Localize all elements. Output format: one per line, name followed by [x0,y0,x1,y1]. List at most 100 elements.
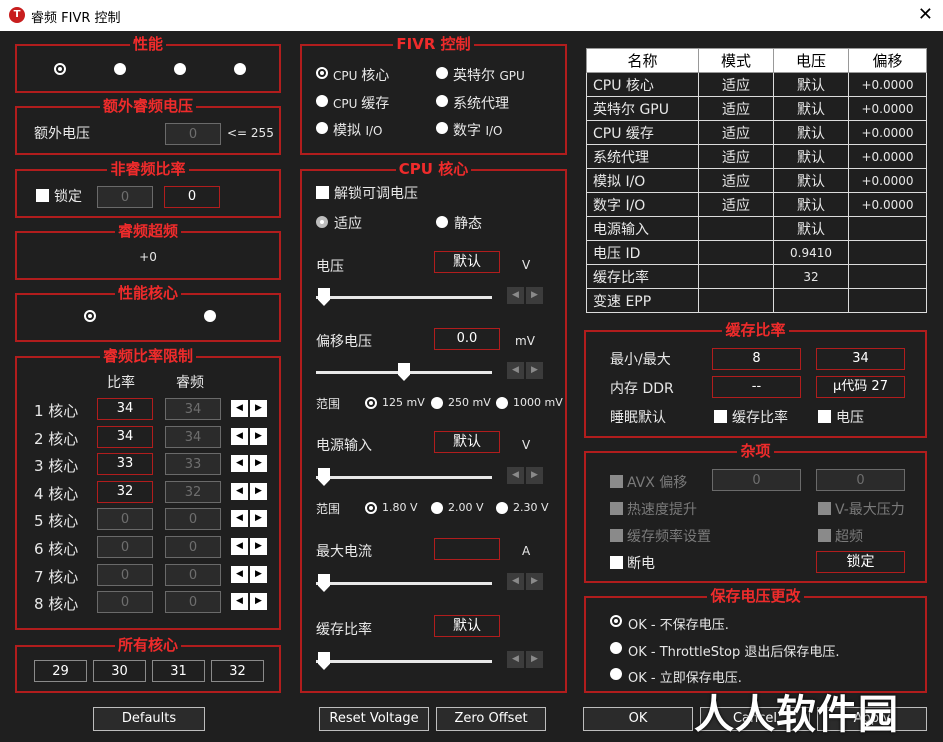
save-option-on-exit-radio[interactable] [610,642,622,654]
max-current-stepper[interactable]: ◀ ▶ [507,573,543,590]
voltage-input[interactable]: 默认 [434,251,500,273]
table-row[interactable]: CPU 核心 适应 默认 +0.0000 [586,72,927,97]
speed-shift-checkbox[interactable] [610,502,623,515]
stepper-left-icon[interactable]: ◀ [507,651,524,668]
stepper-left-icon[interactable]: ◀ [231,593,248,611]
cache-frequency-checkbox[interactable] [610,529,623,542]
all-cores-button[interactable]: 30 [93,660,146,682]
power-input-slider-thumb[interactable] [318,468,330,486]
stepper-right-icon[interactable]: ▶ [250,510,267,528]
power-range-180-radio[interactable] [365,502,377,514]
non-turbo-value-1[interactable]: 0 [97,186,153,208]
turbo-input[interactable]: 0 [165,563,221,586]
close-icon[interactable]: ✕ [918,4,933,25]
core-cache-ratio-input[interactable]: 默认 [434,615,500,637]
stepper-left-icon[interactable]: ◀ [231,565,248,583]
turbo-input[interactable]: 33 [165,453,221,476]
table-row[interactable]: 电源输入 默认 [586,216,927,241]
ratio-input[interactable]: 32 [97,480,153,503]
stepper-right-icon[interactable]: ▶ [526,362,543,379]
max-current-slider[interactable] [316,573,492,592]
offset-voltage-slider-thumb[interactable] [398,363,410,381]
stepper-right-icon[interactable]: ▶ [250,400,267,417]
static-radio[interactable] [436,216,448,228]
turbo-input[interactable]: 0 [165,536,221,558]
turbo-input[interactable]: 34 [165,398,221,420]
ratio-input[interactable]: 34 [97,398,153,420]
offset-voltage-stepper[interactable]: ◀ ▶ [507,362,543,379]
ratio-stepper[interactable]: ◀ ▶ [231,482,267,500]
table-row[interactable]: 缓存比率 32 [586,264,927,289]
power-range-230-radio[interactable] [496,502,508,514]
stepper-left-icon[interactable]: ◀ [507,287,524,304]
stepper-left-icon[interactable]: ◀ [231,400,248,417]
table-row[interactable]: 模拟 I/O 适应 默认 +0.0000 [586,168,927,193]
v-max-checkbox[interactable] [818,502,831,515]
stepper-right-icon[interactable]: ▶ [526,467,543,484]
table-row[interactable]: 电压 ID 0.9410 [586,240,927,265]
ratio-input[interactable]: 33 [97,453,153,476]
ratio-stepper[interactable]: ◀ ▶ [231,427,267,445]
stepper-right-icon[interactable]: ▶ [526,287,543,304]
extra-voltage-input[interactable]: 0 [165,123,221,145]
offset-range-1000-radio[interactable] [496,397,508,409]
ratio-input[interactable]: 0 [97,536,153,558]
power-input-slider[interactable] [316,467,492,486]
save-option-none-radio[interactable] [610,615,622,627]
turbo-input[interactable]: 34 [165,425,221,448]
non-turbo-lock-checkbox[interactable] [36,189,49,202]
performance-radio-1[interactable] [54,63,66,75]
table-row[interactable]: CPU 缓存 适应 默认 +0.0000 [586,120,927,145]
avx-offset-input-2[interactable]: 0 [816,469,905,491]
stepper-left-icon[interactable]: ◀ [507,573,524,590]
table-row[interactable]: 系统代理 适应 默认 +0.0000 [586,144,927,169]
table-row[interactable]: 变速 EPP [586,288,927,313]
stepper-right-icon[interactable]: ▶ [250,482,267,500]
table-row[interactable]: 英特尔 GPU 适应 默认 +0.0000 [586,96,927,121]
all-cores-button[interactable]: 29 [34,660,87,682]
performance-radio-4[interactable] [234,63,246,75]
stepper-left-icon[interactable]: ◀ [231,455,248,473]
stepper-right-icon[interactable]: ▶ [250,565,267,583]
save-option-now-radio[interactable] [610,668,622,680]
stepper-right-icon[interactable]: ▶ [250,455,267,473]
ratio-stepper[interactable]: ◀ ▶ [231,400,267,417]
sleep-cache-ratio-checkbox[interactable] [714,410,727,423]
fivr-option-digital-io-radio[interactable] [436,122,448,134]
performance-radio-2[interactable] [114,63,126,75]
max-current-input[interactable] [434,538,500,560]
adaptive-radio[interactable] [316,216,328,228]
core-cache-ratio-slider-thumb[interactable] [318,652,330,670]
turbo-input[interactable]: 0 [165,508,221,531]
misc-lock-button[interactable]: 锁定 [816,551,905,573]
stepper-right-icon[interactable]: ▶ [250,538,267,555]
cache-min-input[interactable]: 8 [712,348,801,370]
fivr-option-gpu-radio[interactable] [436,67,448,79]
non-turbo-value-2[interactable]: 0 [164,186,220,208]
power-input-field[interactable]: 默认 [434,431,500,453]
table-row[interactable]: 数字 I/O 适应 默认 +0.0000 [586,192,927,217]
perf-core-radio-2[interactable] [204,310,216,322]
offset-voltage-slider[interactable] [316,362,492,381]
turbo-input[interactable]: 0 [165,591,221,614]
core-cache-ratio-slider[interactable] [316,651,492,670]
offset-range-125-radio[interactable] [365,397,377,409]
fivr-option-cpu-core-radio[interactable] [316,67,328,79]
power-off-checkbox[interactable] [610,556,623,569]
zero-offset-button[interactable]: Zero Offset [436,707,546,731]
stepper-right-icon[interactable]: ▶ [526,573,543,590]
power-range-200-radio[interactable] [431,502,443,514]
ratio-stepper[interactable]: ◀ ▶ [231,593,267,611]
sleep-voltage-checkbox[interactable] [818,410,831,423]
all-cores-button[interactable]: 31 [152,660,205,682]
max-current-slider-thumb[interactable] [318,574,330,592]
fivr-option-cpu-cache-radio[interactable] [316,95,328,107]
unlock-voltage-checkbox[interactable] [316,186,329,199]
stepper-right-icon[interactable]: ▶ [526,651,543,668]
stepper-left-icon[interactable]: ◀ [507,467,524,484]
fivr-option-analog-io-radio[interactable] [316,122,328,134]
stepper-left-icon[interactable]: ◀ [231,510,248,528]
avx-offset-checkbox[interactable] [610,475,623,488]
voltage-stepper[interactable]: ◀ ▶ [507,287,543,304]
ratio-stepper[interactable]: ◀ ▶ [231,565,267,583]
